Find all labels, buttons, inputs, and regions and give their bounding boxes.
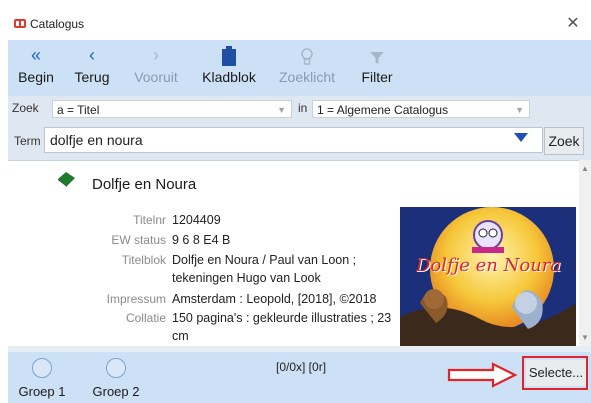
zoek-button[interactable]: Zoek: [544, 127, 584, 155]
zoek-field-value: a = Titel: [57, 103, 100, 117]
zoeklicht-label: Zoeklicht: [278, 69, 336, 85]
catalogus-window: Catalogus ✕ « Begin ‹ Terug › Vooruit Kl…: [0, 0, 591, 403]
clipboard-icon: [196, 40, 262, 66]
kladblok-button[interactable]: Kladblok: [196, 40, 262, 96]
groep1-button[interactable]: Groep 1: [12, 358, 72, 399]
left-edge: [0, 0, 8, 403]
impressum-label: Impressum: [106, 292, 166, 306]
zoek-label: Zoek: [12, 101, 39, 115]
search-criteria-row: Zoek a = Titel ▼ in 1 = Algemene Catalog…: [8, 96, 591, 122]
groep2-label: Groep 2: [92, 384, 140, 399]
collatie-value: 150 pagina's : gekleurde illustraties ; …: [172, 311, 392, 343]
catalogue-value: 1 = Algemene Catalogus: [317, 103, 449, 117]
titelnr-value: 1204409: [172, 213, 221, 227]
vooruit-label: Vooruit: [134, 69, 178, 85]
filter-icon: [352, 40, 402, 66]
begin-button[interactable]: « Begin: [14, 40, 58, 96]
title-bar: Catalogus ✕: [8, 8, 591, 40]
result-scrollbar[interactable]: ▲ ▼: [579, 160, 591, 346]
kladblok-label: Kladblok: [202, 69, 256, 85]
filter-label: Filter: [361, 69, 393, 85]
zoeklicht-button[interactable]: Zoeklicht: [272, 40, 342, 96]
titelblok-label: Titelblok: [121, 253, 166, 267]
term-label: Term: [14, 134, 41, 148]
term-input[interactable]: dolfje en noura: [44, 127, 543, 153]
scroll-up-icon[interactable]: ▲: [581, 164, 589, 173]
chevron-down-icon: ▼: [277, 105, 286, 115]
ew-status-value: 9 6 8 E4 B: [172, 233, 231, 247]
double-chevron-left-icon: «: [30, 45, 41, 65]
terug-label: Terug: [74, 69, 110, 85]
groep2-button[interactable]: Groep 2: [86, 358, 146, 399]
terug-button[interactable]: ‹ Terug: [68, 40, 116, 96]
groep1-label: Groep 1: [18, 384, 66, 399]
splitter[interactable]: [8, 346, 591, 352]
zoek-field-select[interactable]: a = Titel ▼: [52, 100, 292, 118]
chevron-down-icon: ▼: [515, 105, 524, 115]
vooruit-button[interactable]: › Vooruit: [126, 40, 186, 96]
collatie-label: Collatie: [125, 311, 166, 325]
cover-title-text: Dolfje en Noura: [416, 255, 562, 276]
close-icon[interactable]: ✕: [563, 14, 583, 34]
titelnr-label: Titelnr: [133, 213, 166, 227]
ew-status-label: EW status: [111, 233, 166, 247]
result-panel: Dolfje en Noura Titelnr 1204409 EW statu…: [8, 160, 591, 347]
select-button[interactable]: Selecte...: [526, 360, 586, 386]
annotation-arrow-icon: [447, 362, 518, 388]
group-icon: [106, 358, 126, 378]
selection-counter: [0/0x] [0r]: [276, 360, 327, 374]
begin-label: Begin: [18, 69, 54, 85]
dropdown-triangle-icon[interactable]: [514, 133, 528, 142]
catalogue-select[interactable]: 1 = Algemene Catalogus ▼: [312, 100, 530, 118]
book-cover-image: Dolfje en Noura: [400, 207, 576, 347]
book-icon: [58, 172, 75, 187]
lightbulb-icon: [272, 40, 342, 66]
in-label: in: [298, 101, 308, 115]
chevron-left-icon: ‹: [89, 45, 95, 65]
scroll-down-icon[interactable]: ▼: [581, 333, 589, 342]
search-term-row: Term dolfje en noura Zoek: [8, 122, 591, 160]
impressum-value: Amsterdam : Leopold, [2018], ©2018: [172, 292, 377, 306]
app-icon: [14, 19, 26, 28]
group-icon: [32, 358, 52, 378]
chevron-right-icon: ›: [153, 45, 159, 65]
titelblok-value: Dolfje en Noura / Paul van Loon ; tekeni…: [172, 253, 357, 285]
book-title[interactable]: Dolfje en Noura: [92, 176, 196, 193]
toolbar: « Begin ‹ Terug › Vooruit Kladblok Zoekl…: [8, 40, 591, 96]
window-title: Catalogus: [30, 17, 85, 31]
filter-button[interactable]: Filter: [352, 40, 402, 96]
